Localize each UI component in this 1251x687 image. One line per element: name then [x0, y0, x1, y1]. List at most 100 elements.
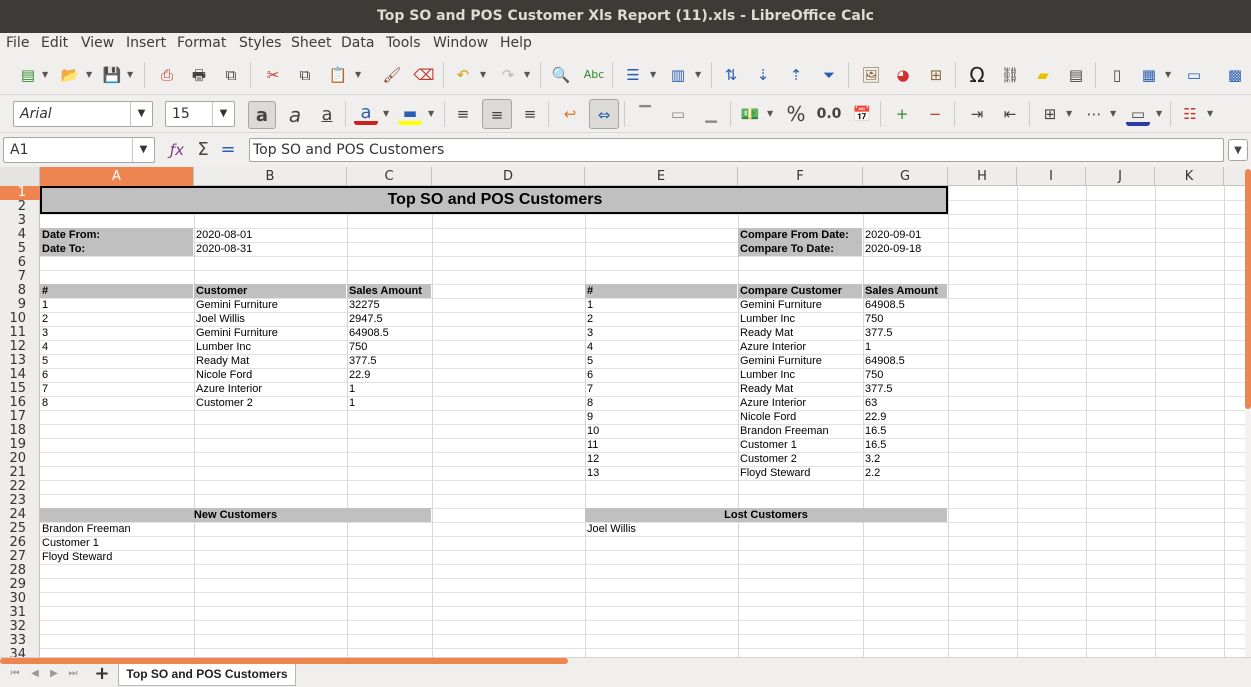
table-cell[interactable]: 32275	[347, 298, 431, 312]
column-header-d[interactable]: D	[432, 167, 585, 186]
table-cell[interactable]: Azure Interior	[738, 340, 862, 354]
paste-dropdown-icon[interactable]: ▼	[355, 65, 363, 85]
table-header-cell[interactable]: Customer	[194, 284, 346, 298]
compare-from-value[interactable]: 2020-09-01	[863, 228, 947, 242]
increase-indent-icon[interactable]: ⇥	[965, 102, 989, 126]
add-sheet-icon[interactable]: +	[92, 664, 112, 684]
menu-styles[interactable]: Styles	[239, 35, 281, 51]
bold-icon[interactable]: a	[248, 101, 276, 129]
table-cell[interactable]: 377.5	[863, 382, 947, 396]
column-icon[interactable]: ▥	[666, 63, 690, 87]
borders-icon[interactable]: ⊞	[1038, 102, 1062, 126]
align-bottom-icon[interactable]: ▁	[699, 102, 723, 126]
row-header[interactable]: 10	[0, 312, 40, 326]
delete-decimal-icon[interactable]: −	[923, 102, 947, 126]
table-cell[interactable]: 2947.5	[347, 312, 431, 326]
border-color-icon[interactable]: ▭	[1126, 102, 1150, 126]
table-header-cell[interactable]: #	[40, 284, 193, 298]
align-top-icon[interactable]: ▔	[633, 102, 657, 126]
table-cell[interactable]: 5	[40, 354, 193, 368]
row-header[interactable]: 8	[0, 284, 40, 298]
row-dropdown-icon[interactable]: ▼	[650, 65, 658, 85]
number-format-icon[interactable]: 0.0	[815, 102, 843, 126]
table-cell[interactable]: 2	[585, 312, 737, 326]
row-header[interactable]: 29	[0, 578, 40, 592]
column-header-i[interactable]: I	[1017, 167, 1086, 186]
row-header[interactable]: 16	[0, 396, 40, 410]
column-header-j[interactable]: J	[1086, 167, 1155, 186]
font-color-dropdown-icon[interactable]: ▼	[383, 104, 391, 124]
currency-dropdown-icon[interactable]: ▼	[767, 104, 775, 124]
table-cell[interactable]: 3	[40, 326, 193, 340]
column-dropdown-icon[interactable]: ▼	[695, 65, 703, 85]
borders-dropdown-icon[interactable]: ▼	[1066, 104, 1074, 124]
highlight-color-icon[interactable]: ▬	[398, 101, 422, 125]
table-cell[interactable]: 1	[863, 340, 947, 354]
row-header[interactable]: 11	[0, 326, 40, 340]
column-header-h[interactable]: H	[948, 167, 1017, 186]
table-cell[interactable]: 22.9	[863, 410, 947, 424]
table-header-cell[interactable]: Sales Amount	[863, 284, 947, 298]
table-cell[interactable]: 8	[40, 396, 193, 410]
name-box[interactable]: A1 ▼	[3, 137, 155, 163]
row-header[interactable]: 14	[0, 368, 40, 382]
table-cell[interactable]: Gemini Furniture	[738, 298, 862, 312]
column-header-g[interactable]: G	[863, 167, 948, 186]
freeze-panes-icon[interactable]: ▦	[1137, 63, 1161, 87]
paste-icon[interactable]: 📋	[326, 63, 350, 87]
row-header[interactable]: 19	[0, 438, 40, 452]
menu-window[interactable]: Window	[433, 35, 488, 51]
sheet-tab-active[interactable]: Top SO and POS Customers	[118, 664, 296, 686]
row-header[interactable]: 21	[0, 466, 40, 480]
date-format-icon[interactable]: 📅	[850, 102, 874, 126]
column-header-k[interactable]: K	[1155, 167, 1224, 186]
table-cell[interactable]: Customer 2	[194, 396, 346, 410]
first-sheet-icon[interactable]: ⏮	[8, 666, 22, 682]
row-header[interactable]: 23	[0, 494, 40, 508]
table-cell[interactable]: Lumber Inc	[194, 340, 346, 354]
table-cell[interactable]: 377.5	[347, 354, 431, 368]
menu-file[interactable]: File	[6, 35, 29, 51]
row-header[interactable]: 1	[0, 186, 40, 200]
conditional-format-icon[interactable]: ☷	[1178, 102, 1202, 126]
row-header[interactable]: 12	[0, 340, 40, 354]
decrease-indent-icon[interactable]: ⇤	[998, 102, 1022, 126]
previous-sheet-icon[interactable]: ◀	[28, 666, 42, 682]
row-header[interactable]: 20	[0, 452, 40, 466]
table-cell[interactable]: 1	[347, 396, 431, 410]
table-cell[interactable]: 2	[40, 312, 193, 326]
hyperlink-icon[interactable]: ⛓	[998, 63, 1022, 87]
header-footer-icon[interactable]: ▤	[1064, 63, 1088, 87]
table-cell[interactable]: 11	[585, 438, 737, 452]
column-header-b[interactable]: B	[194, 167, 347, 186]
row-header[interactable]: 27	[0, 550, 40, 564]
row-header[interactable]: 26	[0, 536, 40, 550]
row-header[interactable]: 18	[0, 424, 40, 438]
new-dropdown-icon[interactable]: ▼	[42, 65, 50, 85]
compare-to-label[interactable]: Compare To Date:	[738, 242, 862, 256]
table-cell[interactable]: Lumber Inc	[738, 312, 862, 326]
open-dropdown-icon[interactable]: ▼	[86, 65, 94, 85]
menu-data[interactable]: Data	[341, 35, 374, 51]
lost-customers-header[interactable]: Lost Customers	[585, 508, 947, 522]
table-cell[interactable]: Nicole Ford	[738, 410, 862, 424]
border-color-dropdown-icon[interactable]: ▼	[1156, 104, 1164, 124]
table-cell[interactable]: 7	[40, 382, 193, 396]
define-print-area-icon[interactable]: ▯	[1105, 63, 1129, 87]
date-from-label[interactable]: Date From:	[40, 228, 193, 242]
row-header[interactable]: 15	[0, 382, 40, 396]
row-header[interactable]: 13	[0, 354, 40, 368]
table-cell[interactable]: Gemini Furniture	[738, 354, 862, 368]
sum-icon[interactable]: Σ	[191, 138, 215, 162]
table-cell[interactable]: 8	[585, 396, 737, 410]
row-header[interactable]: 6	[0, 256, 40, 270]
save-dropdown-icon[interactable]: ▼	[127, 65, 135, 85]
table-cell[interactable]: 750	[347, 340, 431, 354]
formula-icon[interactable]: =	[216, 138, 240, 162]
border-style-dropdown-icon[interactable]: ▼	[1110, 104, 1118, 124]
row-icon[interactable]: ☰	[621, 63, 645, 87]
save-icon[interactable]: 💾	[100, 63, 124, 87]
underline-icon[interactable]: a	[315, 103, 339, 127]
special-character-icon[interactable]: Ω	[965, 63, 989, 87]
show-draw-functions-icon[interactable]: ▩	[1223, 63, 1247, 87]
